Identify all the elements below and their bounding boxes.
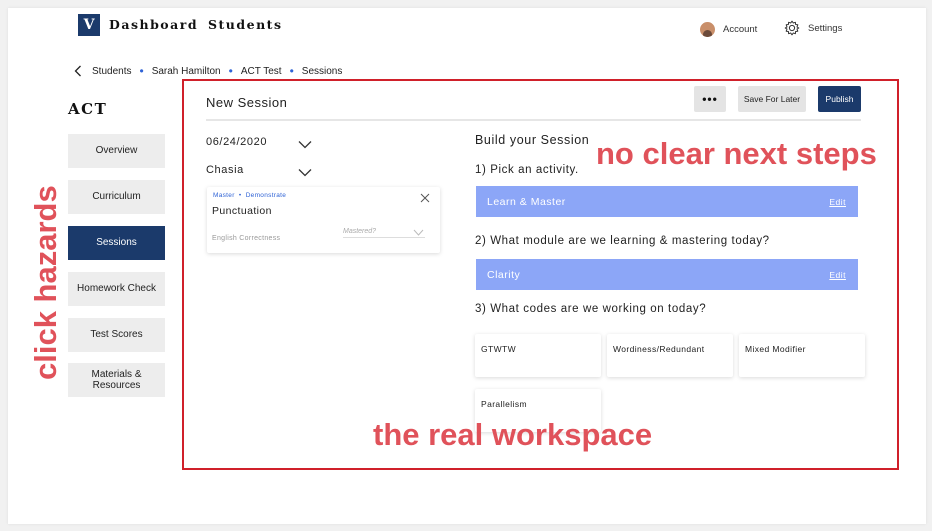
settings-label: Settings [808, 22, 843, 34]
nav-dashboard[interactable]: Dashboard [109, 17, 198, 32]
breadcrumb-student-name[interactable]: Sarah Hamilton [152, 66, 221, 77]
breadcrumb-separator: • [139, 64, 144, 78]
sidebar-item-curriculum[interactable]: Curriculum [68, 180, 165, 214]
sidebar-item-sessions[interactable]: Sessions [68, 226, 165, 260]
sidebar-title: ACT [68, 100, 108, 118]
brand-logo[interactable]: V [78, 14, 100, 36]
breadcrumb: Students • Sarah Hamilton • ACT Test • S… [74, 65, 342, 77]
sidebar-item-homework-check[interactable]: Homework Check [68, 272, 165, 306]
settings-menu[interactable]: Settings [784, 20, 842, 36]
chevron-left-icon[interactable] [74, 65, 82, 77]
breadcrumb-separator: • [289, 64, 294, 78]
breadcrumb-test[interactable]: ACT Test [241, 66, 282, 77]
account-menu[interactable]: Account [700, 22, 757, 37]
annotation-no-clear-next-steps: no clear next steps [596, 136, 877, 171]
sidebar-item-overview[interactable]: Overview [68, 134, 165, 168]
sidebar-item-test-scores[interactable]: Test Scores [68, 318, 165, 352]
breadcrumb-separator: • [228, 64, 233, 78]
annotation-real-workspace: the real workspace [373, 417, 653, 452]
avatar [700, 22, 715, 37]
gear-icon [784, 20, 800, 36]
nav-students[interactable]: Students [208, 17, 282, 32]
breadcrumb-students[interactable]: Students [92, 66, 131, 77]
sidebar-item-materials-resources[interactable]: Materials & Resources [68, 363, 165, 397]
account-label: Account [723, 24, 758, 35]
annotation-click-hazards: click hazards [28, 185, 63, 380]
breadcrumb-sessions[interactable]: Sessions [302, 66, 343, 77]
